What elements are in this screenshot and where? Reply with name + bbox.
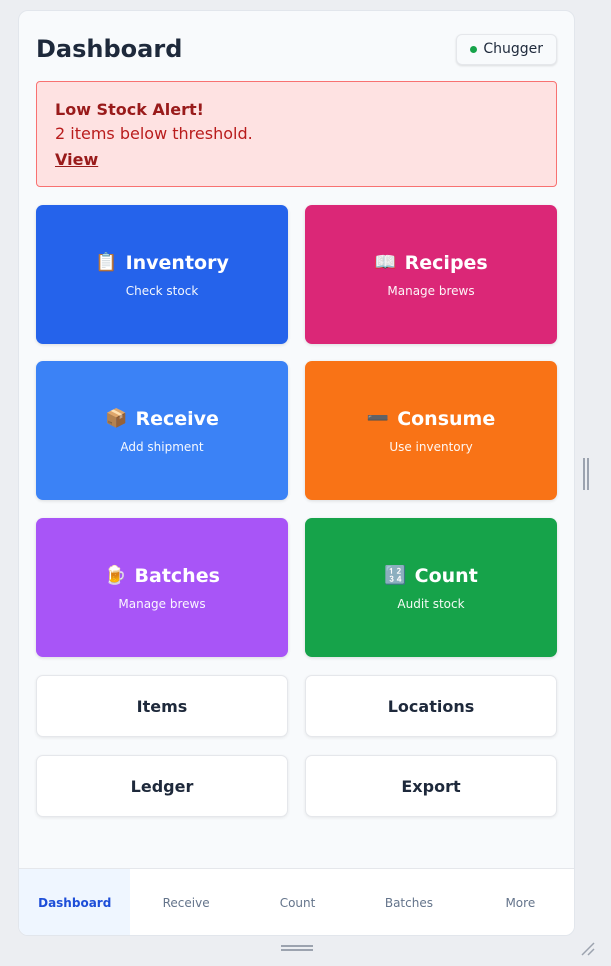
numbers-icon: 🔢 bbox=[384, 565, 407, 586]
header: Dashboard Chugger bbox=[36, 31, 557, 67]
tile-label: Count bbox=[414, 564, 478, 587]
package-icon: 📦 bbox=[105, 408, 128, 429]
tile-subtitle: Manage brews bbox=[387, 283, 475, 298]
bottom-nav: Dashboard Receive Count Batches More bbox=[19, 868, 574, 935]
nav-item-dashboard[interactable]: Dashboard bbox=[19, 869, 131, 935]
nav-item-more[interactable]: More bbox=[465, 869, 574, 935]
nav-item-count[interactable]: Count bbox=[242, 869, 353, 935]
low-stock-alert: Low Stock Alert! 2 items below threshold… bbox=[36, 81, 557, 187]
tile-subtitle: Manage brews bbox=[118, 596, 206, 611]
tile-subtitle: Use inventory bbox=[389, 439, 473, 454]
export-button[interactable]: Export bbox=[305, 755, 557, 817]
tile-subtitle: Audit stock bbox=[397, 596, 465, 611]
user-name: Chugger bbox=[483, 41, 543, 57]
tile-subtitle: Check stock bbox=[125, 283, 199, 298]
inventory-tile[interactable]: 📋 Inventory Check stock bbox=[36, 205, 288, 344]
recipes-tile[interactable]: 📖 Recipes Manage brews bbox=[305, 205, 557, 344]
tile-label: Consume bbox=[397, 407, 496, 430]
receive-tile[interactable]: 📦 Receive Add shipment bbox=[36, 361, 288, 500]
window-frame: Dashboard Chugger Low Stock Alert! 2 ite… bbox=[0, 0, 611, 966]
online-status-icon bbox=[470, 45, 478, 53]
page-title: Dashboard bbox=[36, 35, 183, 63]
tile-subtitle: Add shipment bbox=[120, 439, 204, 454]
resize-corner-icon[interactable] bbox=[579, 940, 595, 956]
nav-item-batches[interactable]: Batches bbox=[353, 869, 464, 935]
vertical-resize-handle[interactable] bbox=[583, 458, 589, 490]
count-tile[interactable]: 🔢 Count Audit stock bbox=[305, 518, 557, 657]
tile-label: Recipes bbox=[404, 251, 488, 274]
tile-label: Inventory bbox=[125, 251, 229, 274]
user-status-button[interactable]: Chugger bbox=[456, 33, 557, 65]
tile-label: Receive bbox=[135, 407, 219, 430]
batches-tile[interactable]: 🍺 Batches Manage brews bbox=[36, 518, 288, 657]
consume-tile[interactable]: ➖ Consume Use inventory bbox=[305, 361, 557, 500]
ledger-button[interactable]: Ledger bbox=[36, 755, 288, 817]
alert-view-link[interactable]: View bbox=[55, 147, 98, 173]
nav-item-receive[interactable]: Receive bbox=[130, 869, 241, 935]
tile-label: Batches bbox=[134, 564, 220, 587]
book-icon: 📖 bbox=[374, 252, 397, 273]
app-container: Dashboard Chugger Low Stock Alert! 2 ite… bbox=[18, 10, 575, 936]
alert-title: Low Stock Alert! bbox=[55, 100, 204, 119]
horizontal-resize-handle[interactable] bbox=[281, 945, 313, 951]
alert-message: 2 items below threshold. bbox=[55, 124, 253, 143]
items-button[interactable]: Items bbox=[36, 675, 288, 737]
locations-button[interactable]: Locations bbox=[305, 675, 557, 737]
beer-mug-icon: 🍺 bbox=[104, 565, 127, 586]
minus-icon: ➖ bbox=[366, 408, 390, 429]
clipboard-icon: 📋 bbox=[95, 252, 118, 273]
